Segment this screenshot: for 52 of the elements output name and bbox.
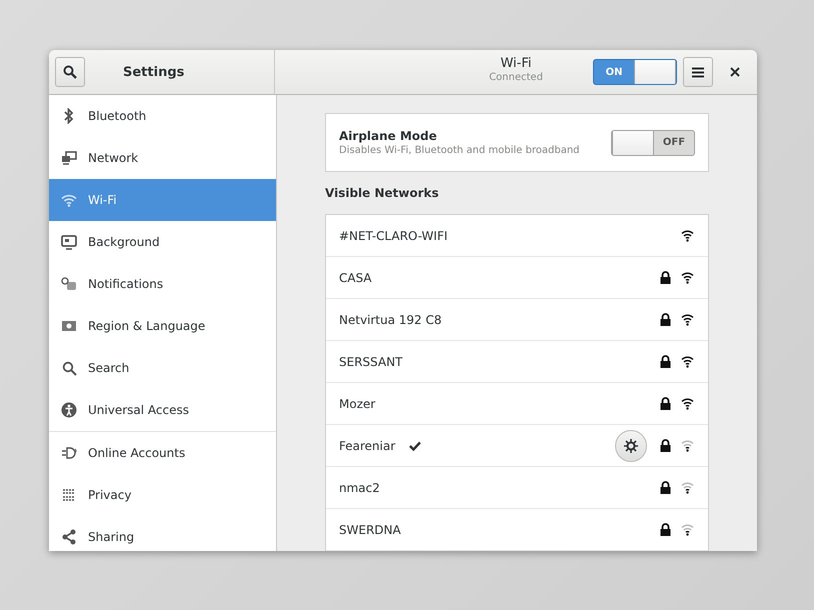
airplane-mode-title: Airplane Mode [339, 129, 438, 143]
monitor-icon [61, 234, 77, 250]
menu-button[interactable] [683, 57, 713, 87]
network-name: nmac2 [339, 480, 380, 494]
airplane-mode-switch[interactable]: OFF [611, 130, 695, 156]
sidebar-item[interactable]: Sharing [49, 516, 276, 551]
share-icon [61, 529, 77, 545]
sidebar-item[interactable]: Bluetooth [49, 95, 276, 137]
sidebar-item[interactable]: Region & Language [49, 305, 276, 347]
privacy-icon [61, 488, 77, 502]
switch-label: ON [604, 66, 624, 80]
accounts-icon [61, 446, 77, 460]
network-name: Feareniar [339, 438, 396, 452]
close-icon [730, 67, 740, 77]
sidebar-item[interactable]: Online Accounts [49, 432, 276, 474]
network-name: Netvirtua 192 C8 [339, 312, 442, 326]
network-row[interactable]: SWERDNA [326, 509, 708, 551]
settings-button[interactable] [615, 430, 647, 462]
network-row[interactable]: SERSSANT [326, 341, 708, 383]
network-name: SERSSANT [339, 354, 403, 368]
network-row[interactable]: CASA [326, 257, 708, 299]
network-name: Mozer [339, 396, 376, 410]
network-name: SWERDNA [339, 522, 401, 536]
accessibility-icon [61, 402, 77, 418]
sidebar-item[interactable]: Notifications [49, 263, 276, 305]
sidebar-item[interactable]: Network [49, 137, 276, 179]
network-name: #NET-CLARO-WIFI [339, 228, 448, 242]
wifi-icon [61, 194, 77, 206]
network-row[interactable]: Feareniar [326, 425, 708, 467]
window-title: Settings [123, 64, 184, 80]
search-icon [63, 65, 77, 79]
search-icon [61, 360, 77, 376]
switch-label: OFF [662, 136, 686, 150]
network-row[interactable]: #NET-CLARO-WIFI [326, 215, 708, 257]
settings-icon [624, 438, 638, 452]
network-row[interactable]: Mozer [326, 383, 708, 425]
section-heading: Visible Networks [325, 186, 440, 200]
network-row[interactable]: Netvirtua 192 C8 [326, 299, 708, 341]
search-button[interactable] [55, 57, 85, 87]
panel-title: Wi-Fi [500, 56, 532, 71]
sidebar-item[interactable]: Privacy [49, 474, 276, 516]
network-icon [61, 151, 77, 165]
sidebar-item[interactable]: Search [49, 347, 276, 389]
network-name: CASA [339, 270, 372, 284]
panel-subtitle: Connected [489, 72, 543, 83]
network-row[interactable]: nmac2 [326, 467, 708, 509]
sidebar-item[interactable]: Background [49, 221, 276, 263]
camera-icon [61, 320, 77, 332]
notifications-icon [61, 277, 77, 291]
menu-icon [692, 66, 704, 78]
sidebar-item[interactable]: Universal Access [49, 389, 276, 431]
airplane-mode-description: Disables Wi-Fi, Bluetooth and mobile broadband [339, 145, 581, 156]
